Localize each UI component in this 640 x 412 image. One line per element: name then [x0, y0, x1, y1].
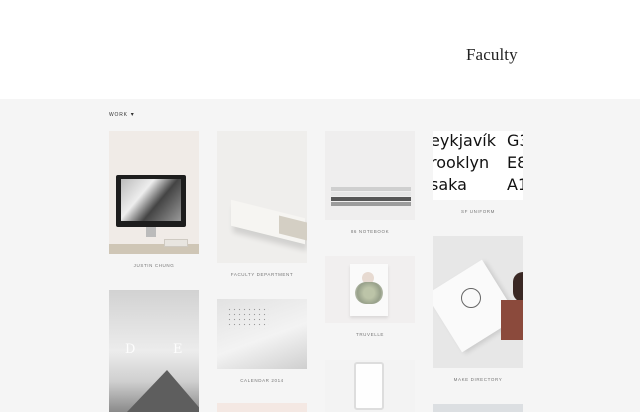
logo-mark-icon	[461, 288, 481, 308]
brand-logo[interactable]: Faculty	[466, 45, 518, 65]
type-specimen-code: E8	[507, 153, 523, 172]
type-specimen-row: rooklyn	[433, 153, 490, 172]
project-caption[interactable]: 86 NOTEBOOK	[351, 229, 389, 234]
project-thumb-sf-uniform[interactable]: eykjavík rooklyn saka G3 E8 A1	[433, 131, 523, 200]
type-specimen-row: eykjavík	[433, 131, 497, 150]
project-thumb-86-notebook[interactable]	[325, 131, 415, 220]
dye-letter-d: D	[125, 342, 138, 357]
project-caption[interactable]: FACULTY DEPARTMENT	[231, 272, 293, 277]
project-thumb-truvelle[interactable]	[325, 256, 415, 323]
project-caption[interactable]: TRUVELLE	[356, 332, 384, 337]
type-specimen-code: G3	[507, 131, 523, 150]
stamp-base	[501, 300, 523, 340]
calendar-dot-grid	[227, 307, 269, 329]
notebook-layer	[331, 202, 411, 206]
project-thumb-calendar-2014[interactable]	[217, 299, 307, 369]
project-caption[interactable]: CALENDAR 2014	[240, 378, 284, 383]
project-caption[interactable]: JUSTIN CHUNG	[134, 263, 175, 268]
notebook-layer	[331, 192, 411, 196]
work-filter-dropdown[interactable]: WORK ▾	[109, 111, 135, 119]
project-thumb-dye[interactable]: D E	[109, 290, 199, 412]
notebook-layer	[331, 187, 411, 191]
mountain-shape	[127, 370, 199, 412]
notebook-layer	[331, 197, 411, 201]
work-filter-label: WORK	[109, 112, 128, 118]
portrait-flowers	[355, 282, 383, 304]
type-specimen-row: saka	[433, 175, 467, 194]
speaker-box	[164, 239, 188, 247]
chevron-down-icon: ▾	[130, 111, 135, 118]
project-thumb-partial[interactable]	[433, 404, 523, 412]
type-specimen-code: A1	[507, 175, 523, 194]
monitor-screen	[121, 179, 181, 221]
project-thumb-phone[interactable]	[325, 360, 415, 412]
project-caption[interactable]: MAKE DIRECTORY	[454, 377, 503, 382]
project-caption[interactable]: SF UNIFORM	[461, 209, 495, 214]
monitor-stand	[146, 227, 156, 237]
dye-letter-e: E	[173, 342, 185, 357]
site-header: Faculty	[0, 0, 640, 99]
stamp-handle	[513, 272, 523, 302]
project-thumb-partial[interactable]	[217, 403, 307, 412]
phone-shape	[354, 362, 384, 410]
project-thumb-justin-chung[interactable]	[109, 131, 199, 254]
project-thumb-make-directory[interactable]	[433, 236, 523, 368]
project-thumb-faculty-department[interactable]	[217, 131, 307, 263]
